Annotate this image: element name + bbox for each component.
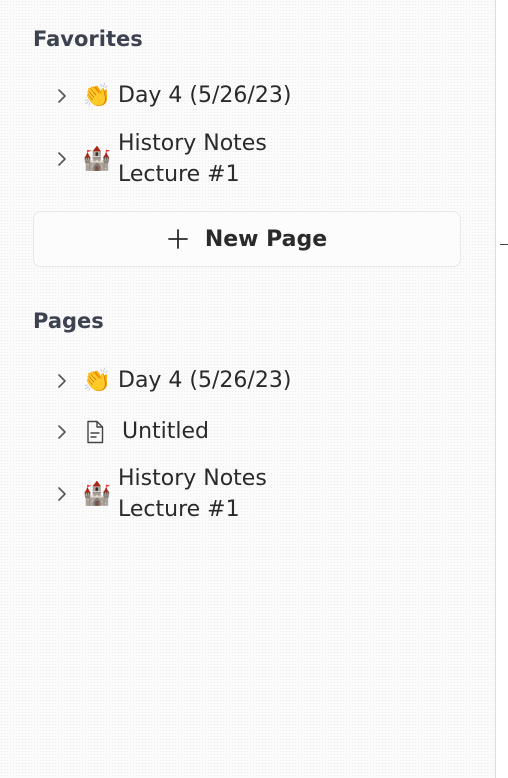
favorite-item-history-notes[interactable]: 🏰 History Notes Lecture #1	[52, 128, 267, 190]
new-page-button[interactable]: New Page	[33, 211, 461, 267]
page-item-label: History Notes Lecture #1	[118, 466, 267, 522]
chevron-right-icon[interactable]	[52, 86, 72, 106]
sidebar: Favorites 👏 Day 4 (5/26/23) 🏰 History No…	[0, 0, 495, 778]
chevron-right-icon[interactable]	[52, 484, 72, 504]
page-item-untitled[interactable]: Untitled	[52, 416, 209, 447]
document-icon	[82, 417, 108, 447]
favorite-item-label: History Notes Lecture #1	[118, 131, 267, 187]
panel-divider[interactable]	[495, 0, 496, 778]
chevron-right-icon[interactable]	[52, 149, 72, 169]
favorite-item-day-4[interactable]: 👏 Day 4 (5/26/23)	[52, 80, 291, 111]
chevron-right-icon[interactable]	[52, 371, 72, 391]
pages-heading: Pages	[33, 309, 104, 333]
clapping-hands-icon: 👏	[82, 367, 112, 394]
page-item-label: Day 4 (5/26/23)	[118, 368, 292, 393]
castle-icon: 🏰	[82, 481, 112, 507]
plus-icon	[167, 228, 189, 250]
page-item-history-notes[interactable]: 🏰 History Notes Lecture #1	[52, 463, 267, 525]
castle-icon: 🏰	[82, 146, 112, 172]
resize-handle-mark	[500, 244, 508, 245]
favorite-item-label: Day 4 (5/26/23)	[118, 83, 292, 108]
page-item-label: Untitled	[122, 419, 210, 444]
favorites-heading: Favorites	[33, 27, 143, 51]
page-item-day-4[interactable]: 👏 Day 4 (5/26/23)	[52, 365, 291, 396]
clapping-hands-icon: 👏	[82, 82, 112, 109]
chevron-right-icon[interactable]	[52, 422, 72, 442]
new-page-label: New Page	[204, 226, 328, 252]
